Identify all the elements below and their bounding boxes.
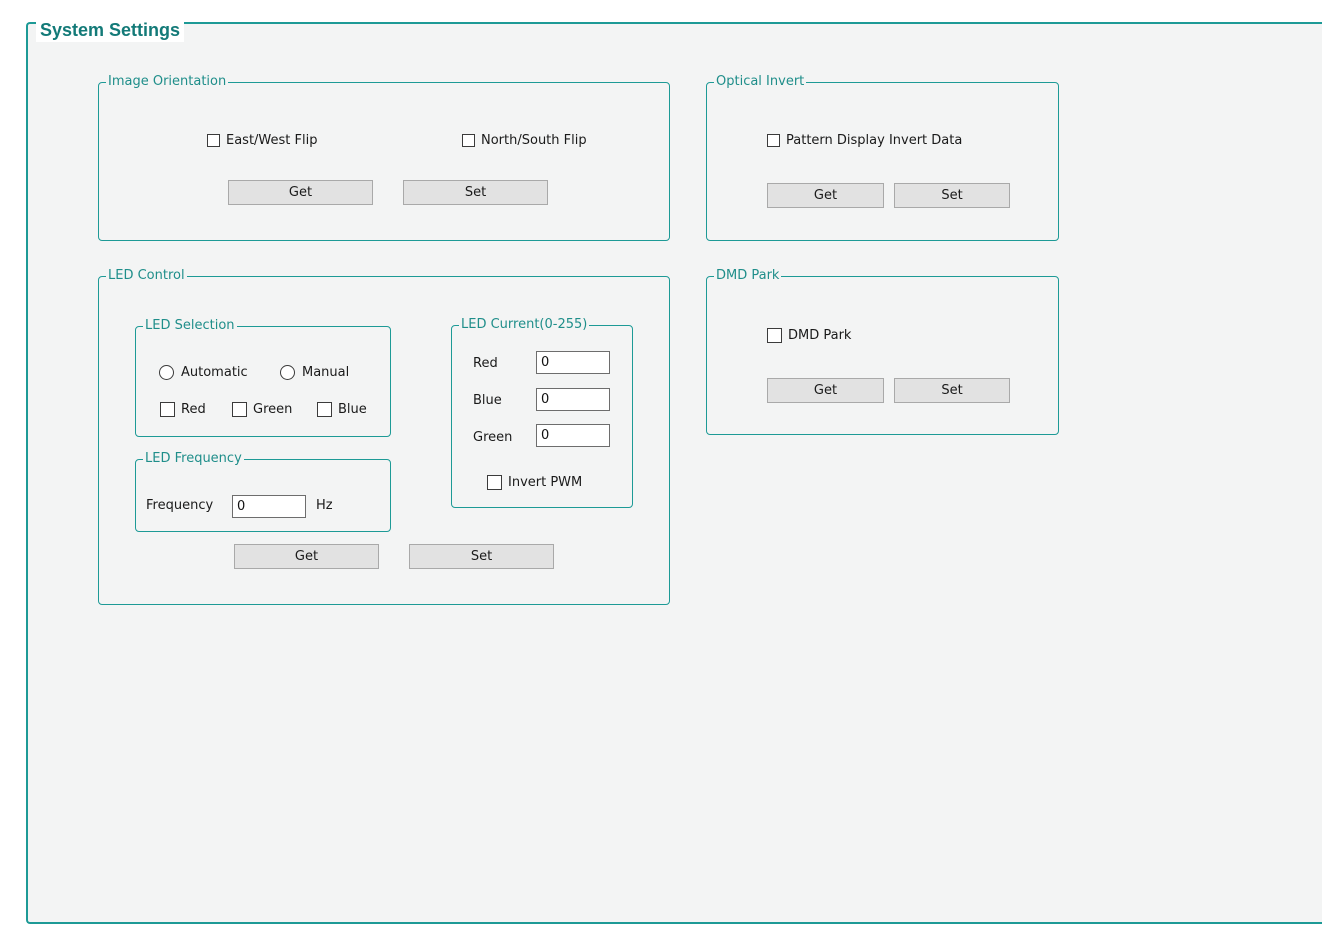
red-current-label: Red (473, 356, 498, 371)
checkbox-box[interactable] (487, 475, 502, 490)
dmd-park-checkbox[interactable]: DMD Park (767, 328, 851, 343)
dmd-park-label: DMD Park (788, 328, 852, 343)
dmd-park-set-button[interactable]: Set (894, 378, 1010, 403)
blue-led-label: Blue (338, 402, 367, 417)
led-current-group: LED Current(0-255) Red 0 Blue 0 Green 0 … (451, 317, 633, 508)
optical-invert-group: Optical Invert Pattern Display Invert Da… (706, 74, 1059, 241)
frequency-unit-label: Hz (316, 498, 333, 513)
checkbox-box[interactable] (767, 134, 780, 147)
manual-label: Manual (302, 365, 350, 380)
checkbox-box[interactable] (232, 402, 247, 417)
image-orientation-group: Image Orientation East/West Flip North/S… (98, 74, 670, 241)
green-led-checkbox[interactable]: Green (232, 402, 292, 417)
manual-radio[interactable]: Manual (280, 365, 349, 380)
frequency-label: Frequency (146, 498, 214, 513)
led-control-group: LED Control LED Selection Automatic Manu… (98, 268, 670, 605)
north-south-flip-checkbox[interactable]: North/South Flip (462, 133, 587, 148)
blue-led-checkbox[interactable]: Blue (317, 402, 367, 417)
dmd-park-group: DMD Park DMD Park Get Set (706, 268, 1059, 435)
automatic-radio[interactable]: Automatic (159, 365, 248, 380)
green-current-label: Green (473, 430, 513, 445)
checkbox-box[interactable] (767, 328, 782, 343)
led-frequency-group: LED Frequency Frequency 0 Hz (135, 451, 391, 532)
blue-current-label: Blue (473, 393, 502, 408)
checkbox-box[interactable] (317, 402, 332, 417)
checkbox-box[interactable] (160, 402, 175, 417)
checkbox-box[interactable] (207, 134, 220, 147)
radio-circle[interactable] (159, 365, 174, 380)
east-west-flip-label: East/West Flip (226, 133, 318, 148)
optical-invert-title: Optical Invert (714, 74, 807, 90)
led-control-get-button[interactable]: Get (234, 544, 379, 569)
radio-circle[interactable] (280, 365, 295, 380)
image-orientation-get-button[interactable]: Get (228, 180, 373, 205)
frequency-input[interactable]: 0 (232, 495, 306, 518)
automatic-label: Automatic (181, 365, 248, 380)
dmd-park-title: DMD Park (714, 268, 782, 284)
invert-pwm-label: Invert PWM (508, 475, 583, 490)
red-led-label: Red (181, 402, 206, 417)
led-frequency-title: LED Frequency (143, 451, 244, 467)
optical-invert-get-button[interactable]: Get (767, 183, 884, 208)
led-selection-title: LED Selection (143, 318, 237, 334)
blue-current-input[interactable]: 0 (536, 388, 610, 411)
pattern-display-invert-checkbox[interactable]: Pattern Display Invert Data (767, 133, 962, 148)
image-orientation-title: Image Orientation (106, 74, 229, 90)
led-current-title: LED Current(0-255) (459, 317, 590, 333)
north-south-flip-label: North/South Flip (481, 133, 587, 148)
red-current-input[interactable]: 0 (536, 351, 610, 374)
red-led-checkbox[interactable]: Red (160, 402, 206, 417)
green-led-label: Green (253, 402, 293, 417)
led-control-title: LED Control (106, 268, 187, 284)
east-west-flip-checkbox[interactable]: East/West Flip (207, 133, 317, 148)
page-title: System Settings (36, 18, 185, 42)
pattern-display-invert-label: Pattern Display Invert Data (786, 133, 963, 148)
checkbox-box[interactable] (462, 134, 475, 147)
optical-invert-set-button[interactable]: Set (894, 183, 1010, 208)
green-current-input[interactable]: 0 (536, 424, 610, 447)
led-selection-group: LED Selection Automatic Manual Red Green… (135, 318, 391, 437)
image-orientation-set-button[interactable]: Set (403, 180, 548, 205)
dmd-park-get-button[interactable]: Get (767, 378, 884, 403)
led-control-set-button[interactable]: Set (409, 544, 554, 569)
invert-pwm-checkbox[interactable]: Invert PWM (487, 475, 582, 490)
